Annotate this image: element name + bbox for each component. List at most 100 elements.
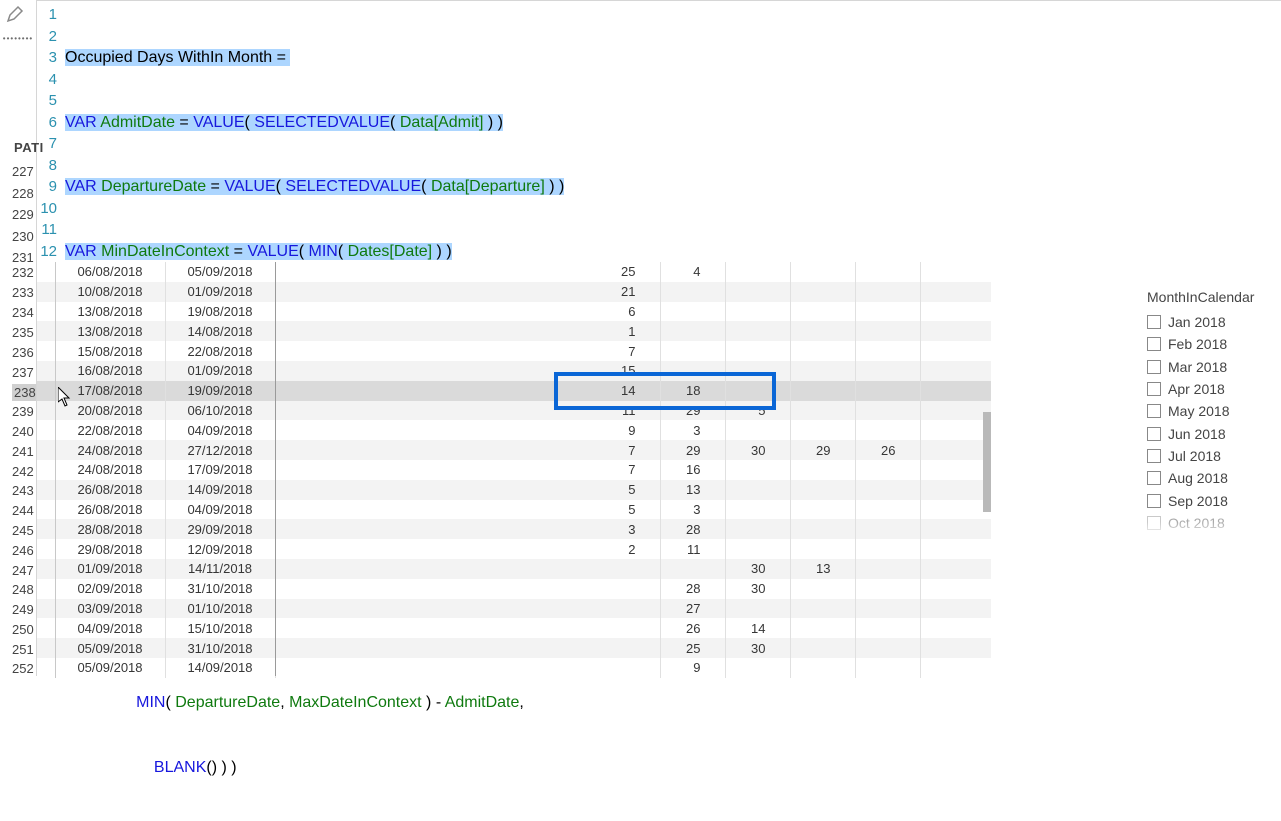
cell-admit[interactable]: 06/08/2018: [55, 262, 165, 282]
checkbox-icon[interactable]: [1147, 471, 1161, 485]
cell-admit[interactable]: 02/09/2018: [55, 579, 165, 599]
table-row[interactable]: 05/09/201814/09/20189: [37, 658, 991, 678]
cell-depart[interactable]: 27/12/2018: [165, 440, 275, 460]
cell-oct[interactable]: [725, 420, 790, 440]
cell-oct[interactable]: [725, 480, 790, 500]
table-row[interactable]: 24/08/201817/09/2018716: [37, 460, 991, 480]
cell-depart[interactable]: 04/09/2018: [165, 420, 275, 440]
cell-dec[interactable]: 26: [855, 440, 920, 460]
cell-depart[interactable]: 14/09/2018: [165, 480, 275, 500]
cell-admit[interactable]: 16/08/2018: [55, 361, 165, 381]
cell-admit[interactable]: 29/08/2018: [55, 539, 165, 559]
cell-aug[interactable]: 7: [595, 440, 660, 460]
cell-nov[interactable]: [790, 321, 855, 341]
cell-nov[interactable]: [790, 658, 855, 678]
slicer-item[interactable]: Apr 2018: [1147, 378, 1277, 400]
cell-dec[interactable]: [855, 519, 920, 539]
cell-sep[interactable]: [660, 361, 725, 381]
table-row[interactable]: 03/09/201801/10/2018 27: [37, 599, 991, 619]
table-row[interactable]: 10/08/201801/09/201821: [37, 282, 991, 302]
table-row[interactable]: 15/08/201822/08/20187: [37, 341, 991, 361]
cell-admit[interactable]: 24/08/2018: [55, 440, 165, 460]
cell-dec[interactable]: [855, 500, 920, 520]
cell-dec[interactable]: [855, 539, 920, 559]
cell-nov[interactable]: [790, 262, 855, 282]
table-row[interactable]: 28/08/201829/09/2018328: [37, 519, 991, 539]
cell-dec[interactable]: [855, 480, 920, 500]
cell-sep[interactable]: 27: [660, 599, 725, 619]
cell-oct[interactable]: [725, 460, 790, 480]
cell-oct[interactable]: [725, 341, 790, 361]
cell-sep[interactable]: 26: [660, 618, 725, 638]
dax-formula-editor[interactable]: 1 2 3 4 5 6 7 8 9 10 11 12 Occupied Days…: [36, 0, 1281, 262]
slicer-item[interactable]: Jul 2018: [1147, 445, 1277, 467]
cell-oct[interactable]: 30: [725, 559, 790, 579]
slicer-item[interactable]: Aug 2018: [1147, 467, 1277, 489]
cell-sep[interactable]: [660, 559, 725, 579]
cell-dec[interactable]: [855, 282, 920, 302]
cell-depart[interactable]: 01/09/2018: [165, 282, 275, 302]
cell-sep[interactable]: [660, 302, 725, 322]
cell-oct[interactable]: [725, 658, 790, 678]
checkbox-icon[interactable]: [1147, 427, 1161, 441]
cell-nov[interactable]: [790, 519, 855, 539]
cell-depart[interactable]: 15/10/2018: [165, 618, 275, 638]
cell-oct[interactable]: 14: [725, 618, 790, 638]
cell-depart[interactable]: 19/09/2018: [165, 381, 275, 401]
cell-aug[interactable]: 3: [595, 519, 660, 539]
cell-dec[interactable]: [855, 420, 920, 440]
table-row[interactable]: 22/08/201804/09/201893: [37, 420, 991, 440]
cell-nov[interactable]: [790, 401, 855, 421]
table-row[interactable]: 06/08/201805/09/2018254: [37, 262, 991, 282]
cell-depart[interactable]: 19/08/2018: [165, 302, 275, 322]
cell-nov[interactable]: [790, 361, 855, 381]
cell-aug[interactable]: 7: [595, 460, 660, 480]
cell-depart[interactable]: 01/10/2018: [165, 599, 275, 619]
cell-admit[interactable]: 15/08/2018: [55, 341, 165, 361]
cell-admit[interactable]: 13/08/2018: [55, 302, 165, 322]
cell-aug[interactable]: [595, 638, 660, 658]
cell-dec[interactable]: [855, 262, 920, 282]
cell-aug[interactable]: 7: [595, 341, 660, 361]
table-row[interactable]: 05/09/201831/10/20182530: [37, 638, 991, 658]
table-row[interactable]: 13/08/201819/08/20186: [37, 302, 991, 322]
resize-dots[interactable]: ••••••••: [0, 35, 36, 41]
cell-dec[interactable]: [855, 381, 920, 401]
table-row[interactable]: 02/09/201831/10/20182830: [37, 579, 991, 599]
slicer-item[interactable]: May 2018: [1147, 400, 1277, 422]
cell-sep[interactable]: 16: [660, 460, 725, 480]
cell-admit[interactable]: 03/09/2018: [55, 599, 165, 619]
cell-oct[interactable]: 30: [725, 579, 790, 599]
cell-depart[interactable]: 04/09/2018: [165, 500, 275, 520]
cell-nov[interactable]: [790, 539, 855, 559]
formula-grip[interactable]: [0, 0, 36, 35]
cell-sep[interactable]: [660, 282, 725, 302]
cell-aug[interactable]: 5: [595, 480, 660, 500]
cell-aug[interactable]: 25: [595, 262, 660, 282]
cell-nov[interactable]: [790, 381, 855, 401]
slicer-item[interactable]: Jun 2018: [1147, 422, 1277, 444]
scrollbar-thumb[interactable]: [983, 412, 991, 512]
slicer-item[interactable]: Sep 2018: [1147, 489, 1277, 511]
cell-depart[interactable]: 14/08/2018: [165, 321, 275, 341]
table-row[interactable]: 01/09/201814/11/20183013: [37, 559, 991, 579]
cell-oct[interactable]: [725, 599, 790, 619]
cell-admit[interactable]: 26/08/2018: [55, 500, 165, 520]
checkbox-icon[interactable]: [1147, 494, 1161, 508]
cell-oct[interactable]: [725, 282, 790, 302]
cell-depart[interactable]: 01/09/2018: [165, 361, 275, 381]
cell-depart[interactable]: 14/11/2018: [165, 559, 275, 579]
table-row[interactable]: 20/08/201806/10/201811295: [37, 401, 991, 421]
cell-dec[interactable]: [855, 361, 920, 381]
cell-dec[interactable]: [855, 401, 920, 421]
slicer-item[interactable]: Jan 2018: [1147, 311, 1277, 333]
checkbox-icon[interactable]: [1147, 337, 1161, 351]
cell-admit[interactable]: 05/09/2018: [55, 658, 165, 678]
cell-oct[interactable]: [725, 302, 790, 322]
table-row[interactable]: 13/08/201814/08/20181: [37, 321, 991, 341]
slicer-item[interactable]: Feb 2018: [1147, 333, 1277, 355]
cell-dec[interactable]: [855, 618, 920, 638]
cell-admit[interactable]: 04/09/2018: [55, 618, 165, 638]
cell-sep[interactable]: 28: [660, 579, 725, 599]
cell-admit[interactable]: 28/08/2018: [55, 519, 165, 539]
